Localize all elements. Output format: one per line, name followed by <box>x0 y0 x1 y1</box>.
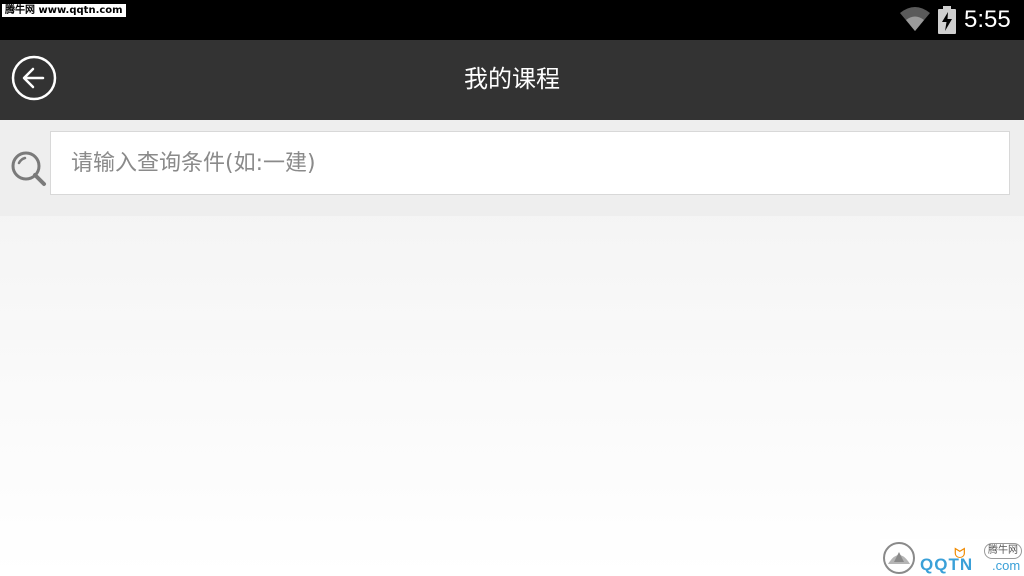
status-bar: 腾牛网 www.qqtn.com 5:55 <box>0 0 1024 40</box>
search-input[interactable] <box>50 131 1010 195</box>
watermark-text-logo: QQTN <box>920 555 974 574</box>
title-bar: 我的课程 <box>0 40 1024 120</box>
search-icon <box>11 151 46 186</box>
watermark-text: 腾牛网 www.qqtn.com <box>2 4 126 17</box>
wifi-icon <box>900 7 930 31</box>
battery-charging-icon <box>938 6 956 34</box>
search-bar <box>0 120 1024 216</box>
watermark-suffix: .com <box>992 558 1021 573</box>
watermark-badge: 腾牛网 <box>984 543 1022 559</box>
clock: 5:55 <box>964 6 1011 33</box>
watermark-logo: ᗢ 腾牛网 QQTN .com <box>880 539 1024 576</box>
page-title: 我的课程 <box>464 65 560 93</box>
watermark-emblem-icon <box>883 542 915 574</box>
